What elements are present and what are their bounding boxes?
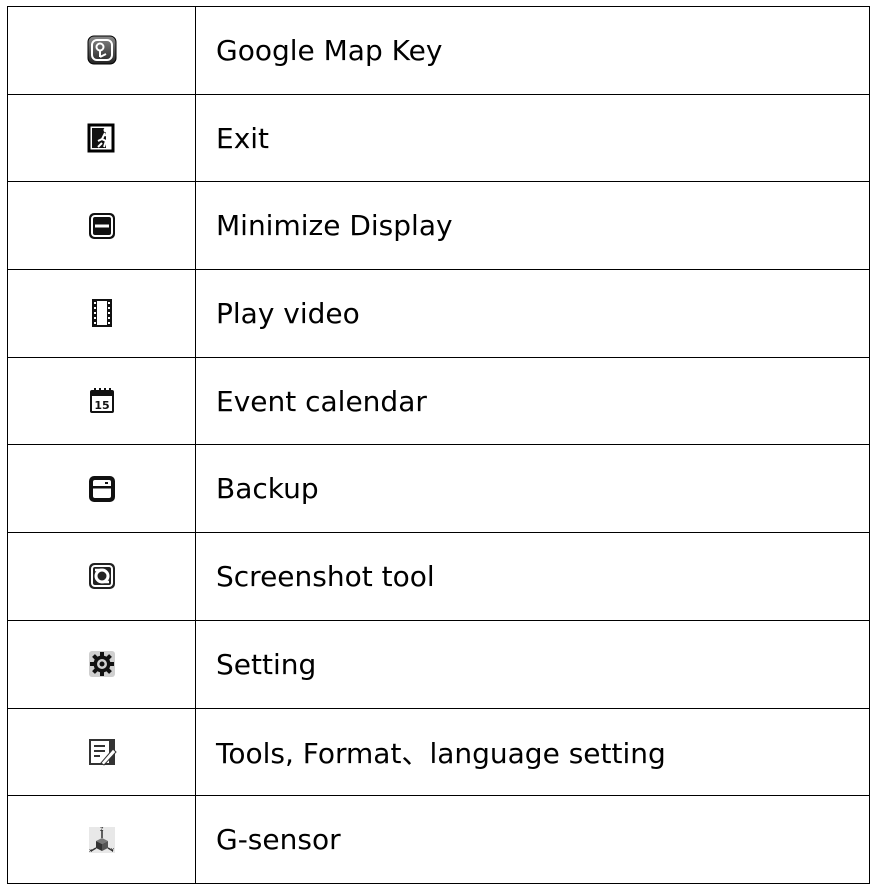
screenshot-tool-icon (87, 561, 117, 591)
row-label: Screenshot tool (195, 532, 870, 621)
icon-legend-table: Google Map Key Exit Minimize Display Pla… (7, 6, 870, 884)
row-label: Play video (195, 269, 870, 358)
table-row: Z x Y G-sensor (7, 795, 870, 884)
g-sensor-axis-x: x (89, 848, 92, 854)
table-row: Screenshot tool (7, 532, 870, 621)
icon-cell (7, 444, 196, 534)
table-row: Tools, Format、language setting (7, 707, 870, 797)
icon-cell (7, 6, 196, 95)
row-label: G-sensor (195, 795, 870, 884)
calendar-day-number: 15 (94, 399, 109, 412)
g-sensor-axis-z: Z (100, 827, 104, 833)
row-label: Setting (195, 619, 870, 709)
table-row: 15 Event calendar (7, 356, 870, 446)
table-row: Exit (7, 93, 870, 183)
minimize-display-icon (87, 211, 117, 241)
icon-cell: 15 (7, 356, 196, 446)
table-row: Google Map Key (7, 6, 870, 95)
row-label: Tools, Format、language setting (195, 707, 870, 797)
icon-cell (7, 532, 196, 621)
play-video-icon (87, 298, 117, 328)
icon-cell (7, 181, 196, 271)
row-label: Backup (195, 444, 870, 534)
tools-format-language-icon (87, 737, 117, 767)
icon-cell (7, 269, 196, 358)
row-label: Event calendar (195, 356, 870, 446)
event-calendar-icon: 15 (87, 386, 117, 416)
row-label: Exit (195, 93, 870, 183)
icon-cell (7, 707, 196, 797)
backup-icon (87, 474, 117, 504)
table-row: Backup (7, 444, 870, 534)
table-row: Setting (7, 619, 870, 709)
row-label: Google Map Key (195, 6, 870, 95)
icon-cell (7, 93, 196, 183)
exit-icon (87, 123, 117, 153)
table-row: Minimize Display (7, 181, 870, 271)
setting-icon (87, 649, 117, 679)
icon-cell (7, 619, 196, 709)
g-sensor-icon: Z x Y (87, 825, 117, 855)
row-label: Minimize Display (195, 181, 870, 271)
google-map-key-icon (87, 35, 117, 65)
table-row: Play video (7, 269, 870, 358)
icon-cell: Z x Y (7, 795, 196, 884)
